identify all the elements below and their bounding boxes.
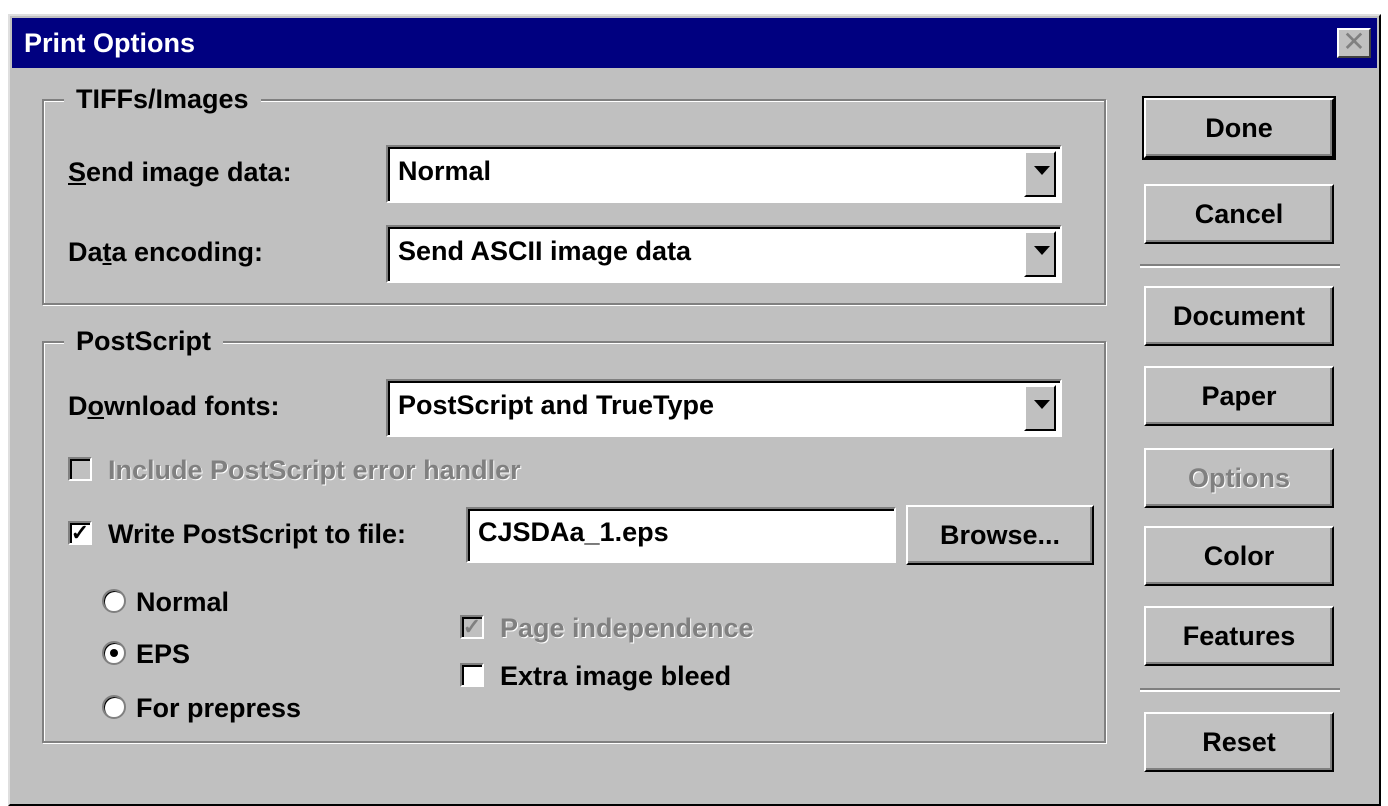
error-handler-checkbox[interactable]	[68, 457, 92, 481]
send-image-data-value: Normal	[398, 156, 492, 186]
tiffs-images-group: TIFFs/Images Send image data: Normal Dat…	[42, 84, 1106, 305]
send-image-data-select[interactable]: Normal	[386, 145, 1062, 203]
postscript-group-label: PostScript	[64, 326, 224, 357]
page-independence-checkbox[interactable]: ✓	[460, 615, 484, 639]
radio-eps[interactable]	[102, 641, 126, 665]
error-handler-label: Include PostScript error handler	[108, 455, 521, 485]
done-button[interactable]: Done	[1142, 96, 1336, 160]
write-to-file-label: Write PostScript to file:	[108, 519, 407, 549]
title-bar: Print Options ✕	[12, 18, 1377, 68]
radio-normal[interactable]	[102, 589, 126, 613]
chevron-down-icon[interactable]	[1024, 385, 1056, 431]
cancel-button[interactable]: Cancel	[1144, 184, 1334, 244]
tiffs-images-group-label: TIFFs/Images	[64, 84, 261, 115]
download-fonts-value: PostScript and TrueType	[398, 390, 715, 420]
data-encoding-value: Send ASCII image data	[398, 236, 692, 266]
download-fonts-label: Download fonts:	[68, 391, 280, 421]
extra-bleed-checkbox[interactable]	[460, 663, 484, 687]
postscript-group: PostScript Download fonts: PostScript an…	[42, 326, 1106, 743]
document-button[interactable]: Document	[1144, 286, 1334, 346]
extra-bleed-label: Extra image bleed	[500, 661, 732, 691]
reset-button[interactable]: Reset	[1144, 712, 1334, 772]
page-independence-label: Page independence	[500, 613, 754, 643]
radio-normal-label: Normal	[136, 587, 230, 617]
separator-bottom	[1140, 688, 1340, 692]
radio-for-prepress[interactable]	[102, 695, 126, 719]
options-button[interactable]: Options	[1144, 448, 1334, 508]
file-name-input[interactable]: CJSDAa_1.eps	[466, 507, 896, 563]
download-fonts-select[interactable]: PostScript and TrueType	[386, 379, 1062, 437]
chevron-down-icon[interactable]	[1024, 231, 1056, 277]
separator-top	[1140, 264, 1340, 268]
paper-button[interactable]: Paper	[1144, 366, 1334, 426]
radio-eps-label: EPS	[136, 639, 191, 669]
data-encoding-label: Data encoding:	[68, 237, 264, 267]
browse-button[interactable]: Browse...	[906, 505, 1094, 565]
write-to-file-checkbox[interactable]: ✓	[68, 521, 92, 545]
features-button[interactable]: Features	[1144, 606, 1334, 666]
close-icon[interactable]: ✕	[1337, 28, 1371, 58]
color-button[interactable]: Color	[1144, 526, 1334, 586]
send-image-data-label: Send image data:	[68, 157, 292, 187]
data-encoding-select[interactable]: Send ASCII image data	[386, 225, 1062, 283]
radio-for-prepress-label: For prepress	[136, 693, 302, 723]
chevron-down-icon[interactable]	[1024, 151, 1056, 197]
dialog-title: Print Options	[24, 28, 195, 58]
print-options-dialog: Print Options ✕ TIFFs/Images Send image …	[8, 14, 1381, 806]
